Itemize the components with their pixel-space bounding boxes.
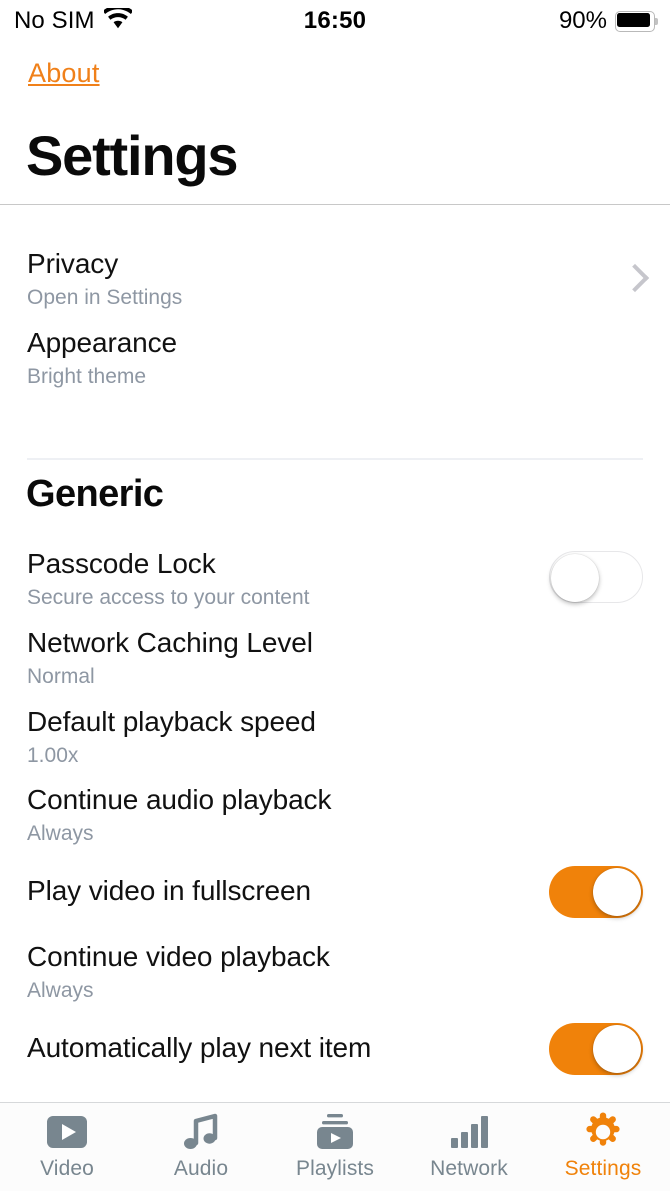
- row-subtitle: 1.00x: [27, 744, 79, 767]
- row-title: Automatically play next item: [27, 1032, 372, 1063]
- playlist-stack-icon: [314, 1113, 356, 1151]
- toggle-knob: [593, 1025, 641, 1073]
- toggle-passcode-lock[interactable]: [549, 551, 643, 603]
- tab-label: Audio: [173, 1157, 229, 1180]
- row-subtitle: Secure access to your content: [27, 586, 310, 609]
- row-title: Continue audio playback: [27, 784, 332, 815]
- tab-label: Settings: [564, 1157, 642, 1180]
- row-title: Privacy: [27, 248, 119, 279]
- row-title: Appearance: [27, 327, 178, 358]
- row-subtitle: Always: [27, 979, 94, 1002]
- toggle-autoplay-next-item[interactable]: [549, 1023, 643, 1075]
- row-title: Continue video playback: [27, 941, 330, 972]
- tab-label: Network: [430, 1157, 508, 1180]
- tab-label: Video: [40, 1157, 94, 1180]
- tab-network[interactable]: Network: [402, 1103, 536, 1181]
- signal-bars-icon: [449, 1113, 489, 1151]
- row-title: Play video in fullscreen: [27, 875, 311, 906]
- battery-percent-label: 90%: [558, 7, 607, 34]
- status-bar: No SIM 16:50 90%: [0, 0, 670, 42]
- row-title: Network Caching Level: [27, 627, 313, 658]
- section-separator: [27, 458, 643, 460]
- row-title: Passcode Lock: [27, 548, 216, 579]
- back-link-about[interactable]: About: [28, 58, 100, 89]
- row-title: Default playback speed: [27, 706, 316, 737]
- section-header-generic: Generic: [26, 473, 164, 515]
- row-subtitle: Open in Settings: [27, 286, 183, 309]
- toggle-play-video-fullscreen[interactable]: [549, 866, 643, 918]
- chevron-right-icon[interactable]: [620, 263, 650, 293]
- page-title: Settings: [26, 124, 239, 187]
- row-subtitle: Bright theme: [27, 365, 147, 388]
- gear-icon: [583, 1112, 623, 1151]
- music-note-icon: [181, 1113, 221, 1151]
- video-play-icon: [46, 1113, 88, 1151]
- row-subtitle: Always: [27, 822, 94, 845]
- toggle-knob: [551, 554, 599, 602]
- tab-audio[interactable]: Audio: [134, 1103, 268, 1181]
- tab-bar: Video Audio Playlists Network Settings: [0, 1102, 670, 1191]
- tab-playlists[interactable]: Playlists: [268, 1103, 402, 1181]
- app-screen: No SIM 16:50 90% About Settings Privacy: [0, 0, 670, 1191]
- header-separator: [0, 204, 670, 205]
- tab-settings[interactable]: Settings: [536, 1103, 670, 1181]
- toggle-knob: [593, 868, 641, 916]
- tab-video[interactable]: Video: [0, 1103, 134, 1181]
- status-bar-right: 90%: [559, 7, 658, 35]
- battery-icon: [615, 10, 658, 32]
- row-subtitle: Normal: [27, 665, 95, 688]
- tab-label: Playlists: [296, 1157, 374, 1180]
